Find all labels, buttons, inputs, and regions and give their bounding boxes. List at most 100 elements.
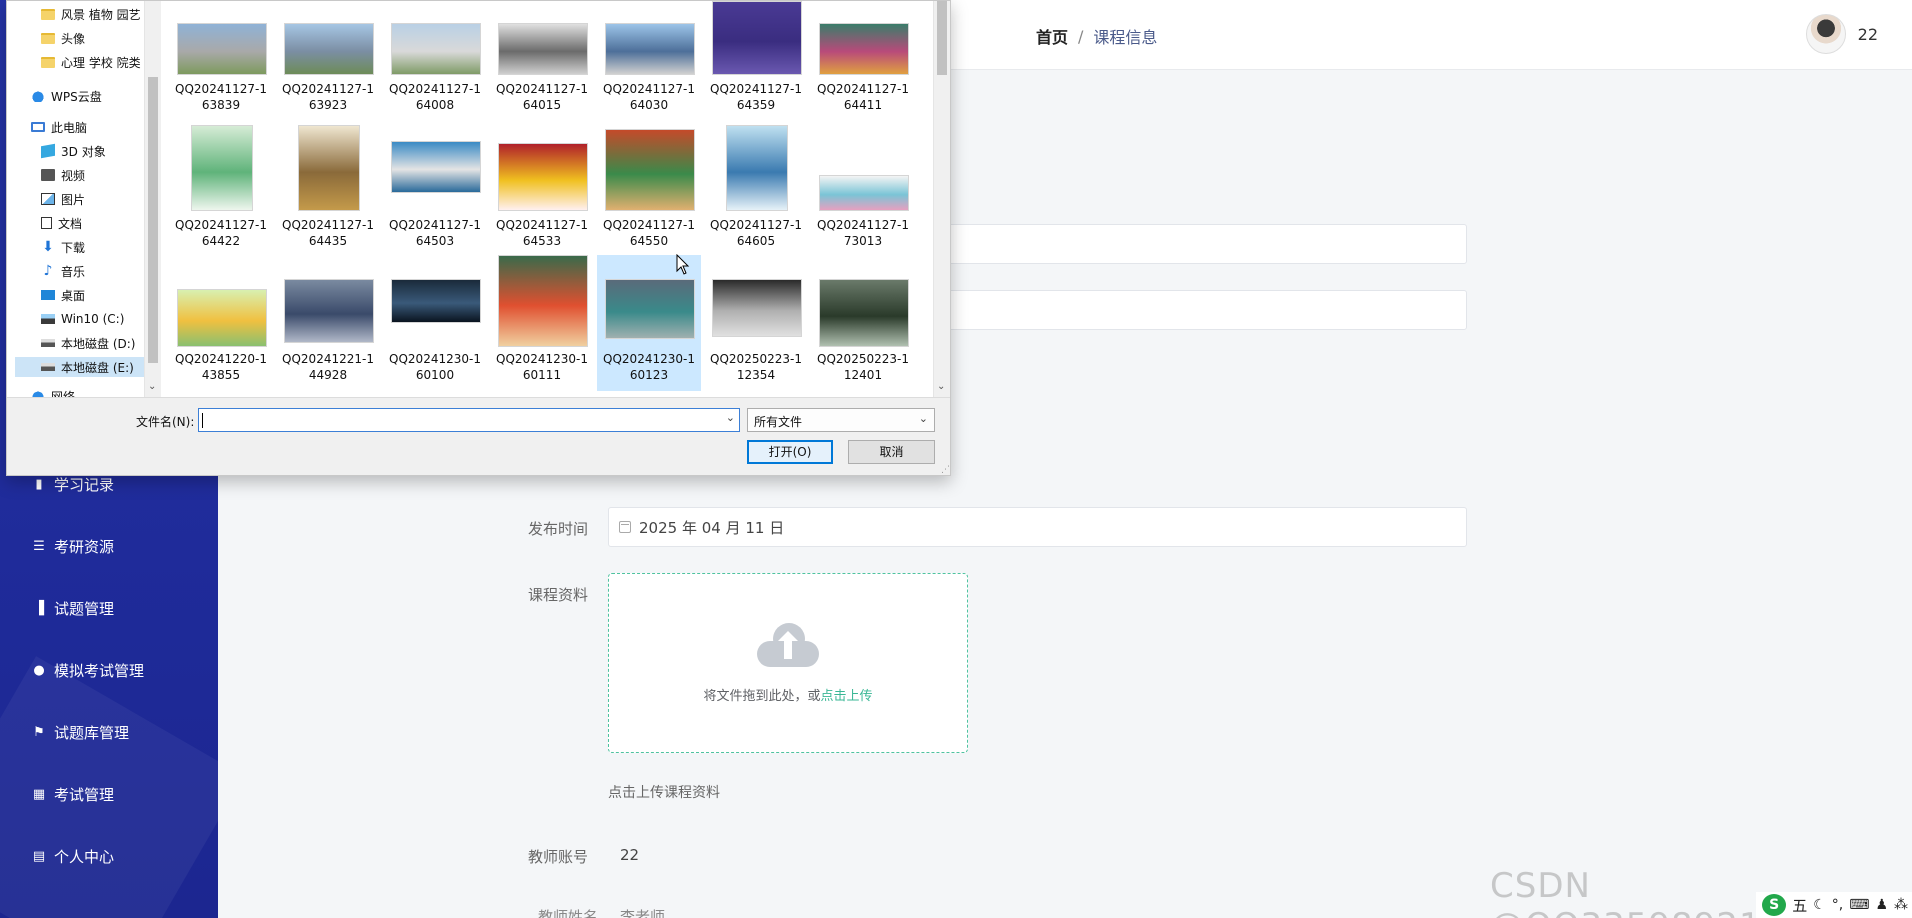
nav-item-3[interactable]: WPS云盘	[7, 86, 102, 106]
file-item[interactable]: QQ20241220-1 43855	[169, 255, 273, 391]
filename-label: 文件名(N):	[136, 415, 195, 429]
file-name-line: QQ20241221-1	[282, 352, 374, 366]
sogou-logo-icon[interactable]: S	[1762, 894, 1787, 916]
sidebar-item-profile[interactable]: ▤ 个人中心	[32, 846, 114, 867]
breadcrumb-home[interactable]: 首页	[1036, 24, 1068, 48]
nav-item-5[interactable]: 3D 对象	[15, 141, 106, 161]
sidebar-item-resources[interactable]: ☰ 考研资源	[32, 536, 114, 557]
publish-time-input[interactable]: 2025 年 04 月 11 日	[608, 507, 1467, 547]
cloud-icon	[31, 90, 45, 102]
nav-item-8[interactable]: 文档	[15, 213, 82, 233]
picture-icon	[41, 193, 55, 205]
nav-item-label: 本地磁盘 (D:)	[61, 336, 136, 351]
nav-item-2[interactable]: 心理 学校 院类	[15, 52, 141, 72]
filename-input[interactable]: ⌄	[198, 408, 740, 432]
moon-icon[interactable]: ☾	[1813, 897, 1826, 913]
nav-item-label: 此电脑	[51, 120, 88, 135]
file-grid-scrollbar[interactable]: ⌄	[933, 1, 950, 397]
nav-item-label: 风景 植物 园艺	[61, 7, 141, 22]
file-item[interactable]: QQ20241127-1 64422	[169, 119, 273, 255]
nav-item-0[interactable]: 风景 植物 园艺	[15, 4, 141, 24]
keyboard-icon[interactable]: ⌨	[1849, 897, 1869, 913]
file-name-line: QQ20241127-1	[603, 218, 695, 232]
nav-item-7[interactable]: 图片	[15, 189, 85, 209]
pc-icon	[31, 122, 45, 132]
file-name-line: QQ20250223-1	[817, 352, 909, 366]
dialog-bottom-bar: 文件名(N): ⌄ 所有文件 ⌄ 打开(O) 取消 ⋰	[7, 397, 950, 475]
cancel-button[interactable]: 取消	[848, 440, 935, 464]
avatar[interactable]	[1805, 14, 1846, 54]
sidebar-item-study-record[interactable]: ▮ 学习记录	[32, 474, 114, 495]
file-item[interactable]: QQ20241230-1 60111	[490, 255, 594, 391]
navigation-scrollbar[interactable]: ⌄	[144, 1, 161, 397]
file-item[interactable]: QQ20241230-1 60100	[383, 255, 487, 391]
image-thumbnail	[284, 23, 374, 75]
user-menu[interactable]: 22	[1805, 14, 1878, 54]
mouse-cursor-icon	[676, 254, 690, 275]
chevron-down-icon[interactable]: ⌄	[919, 412, 928, 425]
upload-link[interactable]: 点击上传	[821, 689, 873, 704]
file-item[interactable]: QQ20241127-1 64359	[704, 1, 808, 137]
file-name: QQ20241127-1 64503	[383, 217, 487, 249]
nav-item-4[interactable]: 此电脑	[7, 117, 88, 137]
file-item[interactable]: QQ20241127-1 64533	[490, 119, 594, 255]
scroll-down-icon[interactable]: ⌄	[148, 381, 156, 392]
navigation-scroll-thumb[interactable]	[148, 77, 158, 363]
nav-item-11[interactable]: 桌面	[15, 285, 85, 305]
file-item[interactable]: QQ20241127-1 63839	[169, 1, 273, 137]
file-name: QQ20241127-1 64411	[811, 81, 915, 113]
open-button[interactable]: 打开(O)	[747, 440, 833, 464]
sidebar-item-question-bank[interactable]: ⚑ 试题库管理	[32, 722, 129, 743]
file-item[interactable]: QQ20241127-1 64015	[490, 1, 594, 137]
resize-grip-icon[interactable]: ⋰	[941, 465, 950, 475]
file-item[interactable]: QQ20241127-1 64411	[811, 1, 915, 137]
nav-item-9[interactable]: ⬇ 下载	[15, 237, 85, 257]
calendar-icon: ▤	[32, 849, 46, 864]
file-name-line: 60111	[522, 368, 562, 382]
file-item[interactable]: QQ20250223-1 12354	[704, 255, 808, 391]
breadcrumb: 首页 / 课程信息	[1036, 24, 1157, 48]
music-icon: ♪	[43, 263, 53, 279]
nav-item-12[interactable]: Win10 (C:)	[15, 309, 124, 329]
punctuation-icon[interactable]: °,	[1832, 897, 1843, 913]
chevron-down-icon[interactable]: ⌄	[726, 411, 735, 424]
sidebar-item-questions[interactable]: ▐ 试题管理	[32, 598, 114, 619]
file-item[interactable]: QQ20250223-1 12401	[811, 255, 915, 391]
file-item[interactable]: QQ20241127-1 64550	[597, 119, 701, 255]
nav-item-14[interactable]: 本地磁盘 (E:)	[15, 357, 151, 377]
nav-item-13[interactable]: 本地磁盘 (D:)	[15, 333, 135, 353]
image-thumbnail	[498, 255, 588, 347]
file-item[interactable]: QQ20241127-1 73013	[811, 119, 915, 255]
nav-item-1[interactable]: 头像	[15, 28, 85, 48]
file-item[interactable]: QQ20241127-1 64503	[383, 119, 487, 255]
file-grid: QQ20241127-1 63839 QQ20241127-1 63923 QQ2024…	[165, 1, 941, 397]
file-item[interactable]: QQ20241127-1 64030	[597, 1, 701, 137]
drive-icon	[41, 363, 55, 371]
file-name-line: 64015	[522, 98, 562, 112]
image-thumbnail	[284, 279, 374, 343]
file-item[interactable]: QQ20241221-1 44928	[276, 255, 380, 391]
sidebar-item-label: 个人中心	[54, 848, 115, 866]
filetype-select[interactable]: 所有文件 ⌄	[747, 408, 935, 432]
sidebar-item-label: 试题管理	[54, 600, 115, 618]
upload-dropzone[interactable]: 将文件拖到此处，或点击上传	[608, 573, 968, 753]
folder-icon	[41, 8, 55, 20]
document-icon	[41, 217, 52, 229]
nav-item-10[interactable]: ♪ 音乐	[15, 261, 85, 281]
toolbox-icon[interactable]: ⁂	[1894, 897, 1908, 913]
file-name-line: 64030	[629, 98, 669, 112]
file-grid-scroll-thumb[interactable]	[937, 1, 947, 75]
file-item[interactable]: QQ20241127-1 64435	[276, 119, 380, 255]
file-name-line: QQ20241220-1	[175, 352, 267, 366]
nav-item-6[interactable]: 视频	[15, 165, 85, 185]
sidebar-item-mock-exam[interactable]: ● 模拟考试管理	[32, 660, 144, 681]
file-name-line: QQ20241127-1	[710, 218, 802, 232]
file-name-line: QQ20241127-1	[175, 82, 267, 96]
file-item[interactable]: QQ20241127-1 64008	[383, 1, 487, 137]
ime-mode[interactable]: 五	[1792, 895, 1807, 916]
scroll-down-icon[interactable]: ⌄	[937, 381, 945, 392]
file-item[interactable]: QQ20241127-1 63923	[276, 1, 380, 137]
sidebar-item-exam[interactable]: ▦ 考试管理	[32, 784, 114, 805]
file-item[interactable]: QQ20241127-1 64605	[704, 119, 808, 255]
user-icon[interactable]: ♟	[1875, 897, 1888, 913]
